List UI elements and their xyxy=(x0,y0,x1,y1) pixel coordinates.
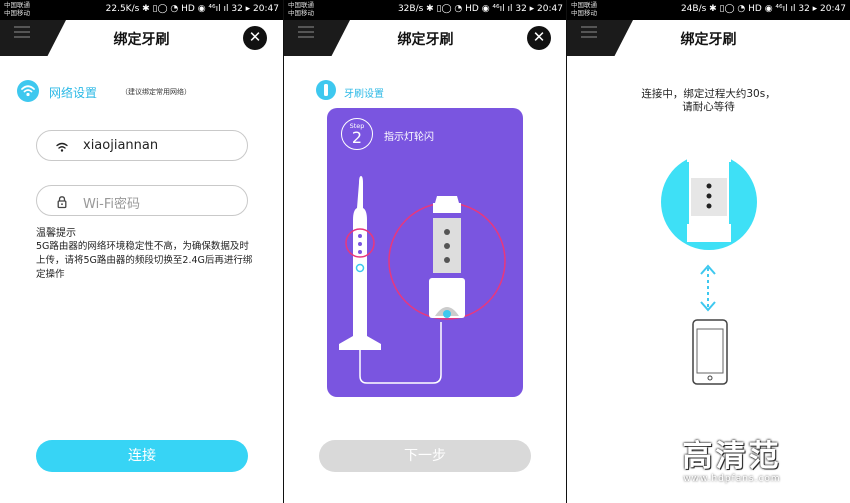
wifi-icon xyxy=(17,80,39,102)
title-bar: 绑定牙刷 ✕ xyxy=(0,20,283,56)
watermark-url: www.hdpfans.com xyxy=(683,474,781,484)
toothbrush-icon xyxy=(316,80,336,100)
wifi-icon xyxy=(55,139,69,153)
connecting-line-1: 连接中，绑定过程大约30s， xyxy=(641,88,776,100)
step-badge: Step 2 xyxy=(341,118,373,150)
double-arrow-icon xyxy=(700,264,716,312)
password-placeholder: Wi-Fi密码 xyxy=(83,197,141,212)
status-bar: 中国联通 中国移动 32B/s ✱ ▯◯ ◔ HD ◉ ⁴⁶ıl ıl 32 ▸… xyxy=(284,0,567,20)
carrier-2: 中国移动 xyxy=(4,9,30,17)
next-step-button[interactable]: 下一步 xyxy=(319,440,531,472)
section-note: （建议绑定常用网络） xyxy=(121,88,191,96)
card-caption: 指示灯轮闪 xyxy=(384,132,434,143)
tips-title: 温馨提示 xyxy=(36,228,76,239)
watermark-logo: 高清范 xyxy=(682,439,782,474)
carrier-1: 中国联通 xyxy=(4,1,30,9)
connect-button[interactable]: 连接 xyxy=(36,440,248,472)
page-title: 绑定牙刷 xyxy=(397,32,454,48)
page-title: 绑定牙刷 xyxy=(680,32,737,48)
phone-icon xyxy=(692,319,728,385)
status-indicators: 32B/s ✱ ▯◯ ◔ HD ◉ ⁴⁶ıl ıl 32 ▸ 20:47 xyxy=(397,4,563,14)
close-button[interactable]: ✕ xyxy=(527,26,551,50)
close-icon: ✕ xyxy=(532,28,546,46)
connecting-message: 连接中，绑定过程大约30s， 请耐心等待 xyxy=(567,88,850,114)
carrier-1: 中国联通 xyxy=(288,1,314,9)
instruction-card: Step 2 指示灯轮闪 xyxy=(327,108,523,397)
status-indicators: 24B/s ✱ ▯◯ ◔ HD ◉ ⁴⁶ıl ıl 32 ▸ 20:47 xyxy=(680,4,846,14)
wifi-name-value: xiaojiannan xyxy=(83,138,159,153)
status-indicators: 22.5K/s ✱ ▯◯ ◔ HD ◉ ⁴⁶ıl ıl 32 ▸ 20:47 xyxy=(105,4,279,14)
carrier-info: 中国联通 中国移动 xyxy=(288,1,314,17)
watermark: 高清范 www.hdpfans.com xyxy=(672,439,792,485)
wifi-password-field[interactable]: Wi-Fi密码 xyxy=(36,185,248,216)
section-title: 牙刷设置 xyxy=(344,89,384,100)
close-button[interactable]: ✕ xyxy=(243,26,267,50)
section-title: 网络设置 xyxy=(49,86,98,100)
carrier-2: 中国移动 xyxy=(288,9,314,17)
close-icon: ✕ xyxy=(248,28,262,46)
carrier-1: 中国联通 xyxy=(571,1,597,9)
panel-toothbrush-setup: 中国联通 中国移动 32B/s ✱ ▯◯ ◔ HD ◉ ⁴⁶ıl ıl 32 ▸… xyxy=(284,0,567,503)
connecting-line-2: 请耐心等待 xyxy=(682,101,735,113)
panel-connecting: 中国联通 中国移动 24B/s ✱ ▯◯ ◔ HD ◉ ⁴⁶ıl ıl 32 ▸… xyxy=(567,0,850,503)
lock-icon xyxy=(55,194,69,209)
status-bar: 中国联通 中国移动 24B/s ✱ ▯◯ ◔ HD ◉ ⁴⁶ıl ıl 32 ▸… xyxy=(567,0,850,20)
toothbrush-illustration xyxy=(339,176,506,384)
panel-network-setup: 中国联通 中国移动 22.5K/s ✱ ▯◯ ◔ HD ◉ ⁴⁶ıl ıl 32… xyxy=(0,0,283,503)
status-bar: 中国联通 中国移动 22.5K/s ✱ ▯◯ ◔ HD ◉ ⁴⁶ıl ıl 32… xyxy=(0,0,283,20)
wifi-name-field[interactable]: xiaojiannan xyxy=(36,130,248,161)
connecting-illustration xyxy=(661,152,757,385)
carrier-2: 中国移动 xyxy=(571,9,597,17)
title-bar: 绑定牙刷 xyxy=(567,20,850,56)
step-number: 2 xyxy=(351,128,363,147)
tips-body: 5G路由器的网络环境稳定性不高，为确保数据及时上传，请将5G路由器的频段切换至2… xyxy=(36,241,253,280)
title-bar: 绑定牙刷 ✕ xyxy=(284,20,567,56)
carrier-info: 中国联通 中国移动 xyxy=(4,1,30,17)
carrier-info: 中国联通 中国移动 xyxy=(571,1,597,17)
page-title: 绑定牙刷 xyxy=(113,32,170,48)
